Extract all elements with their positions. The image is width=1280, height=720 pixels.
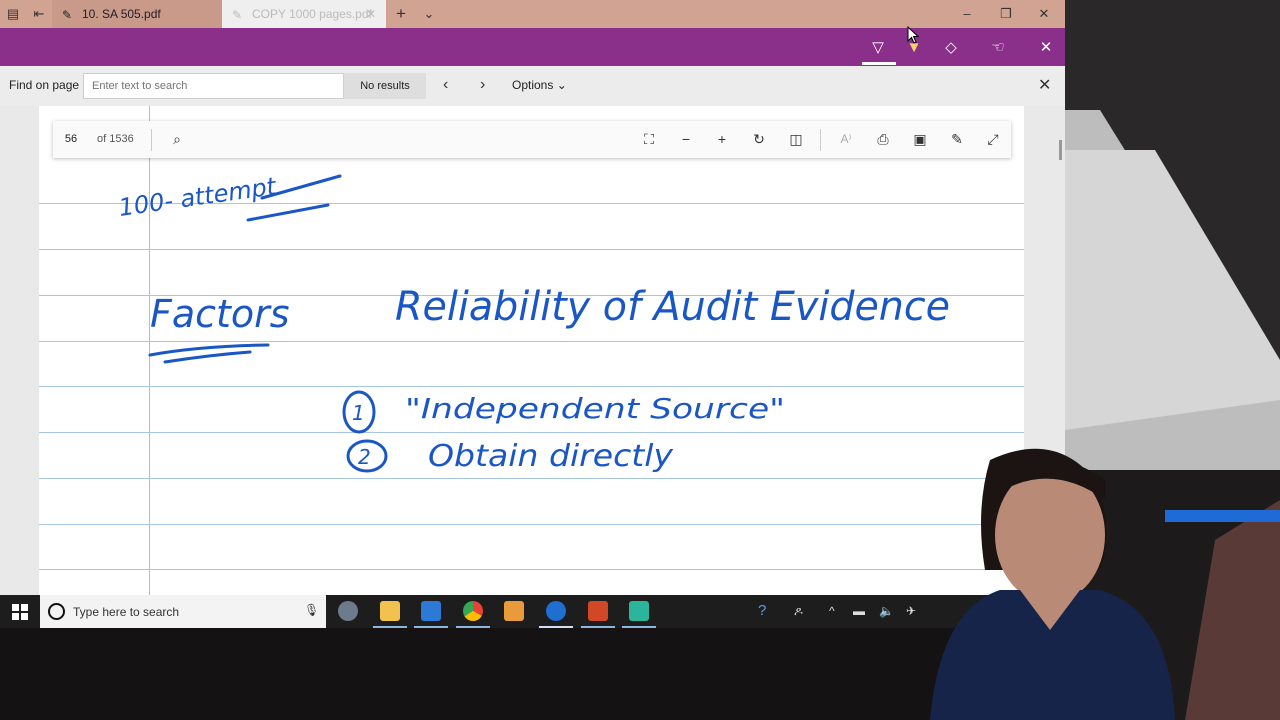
- close-ink-icon[interactable]: ✕: [1035, 37, 1057, 59]
- rotate-icon[interactable]: ↻: [749, 129, 769, 149]
- save-icon[interactable]: ▣: [910, 129, 930, 149]
- screen: ▤ ⇤ ✎ 10. SA 505.pdf ✎ COPY 1000 pages.p…: [0, 0, 1280, 720]
- media-player-icon[interactable]: [504, 601, 524, 621]
- tab-copy-1000[interactable]: ✎ COPY 1000 pages.pdf ✕: [222, 0, 386, 28]
- pdf-pen-icon: ✎: [232, 8, 243, 22]
- page-view-icon[interactable]: ◫: [786, 129, 806, 149]
- options-label: Options: [512, 78, 554, 92]
- app-icon[interactable]: [338, 601, 358, 621]
- chrome-icon[interactable]: [463, 601, 483, 621]
- tab-actions-icon[interactable]: ▤: [4, 5, 22, 23]
- help-icon[interactable]: ?: [758, 602, 766, 619]
- close-window-button[interactable]: ✕: [1035, 5, 1053, 23]
- ballpoint-pen-icon[interactable]: ▽: [867, 37, 889, 59]
- tab-title: 10. SA 505.pdf: [82, 7, 161, 21]
- pdf-app-icon[interactable]: [421, 601, 441, 621]
- paper-margin-line: [149, 106, 150, 595]
- save-as-icon[interactable]: ✎: [947, 129, 967, 149]
- presenter-webcam: [930, 448, 1175, 720]
- touch-writing-icon[interactable]: ☜: [987, 37, 1009, 59]
- tab-list-chevron-icon[interactable]: ⌄: [420, 5, 438, 23]
- zoom-in-icon[interactable]: +: [712, 129, 732, 149]
- pdf-toolbar: 56 of 1536 ⌕ ⛶ − + ↻ ◫ A⁾ ⎙ ▣ ✎ ⤢: [53, 121, 1011, 158]
- file-explorer-icon[interactable]: [380, 601, 400, 621]
- microphone-icon[interactable]: 🎙: [304, 603, 319, 617]
- paper-rule: [39, 386, 1024, 387]
- tab-close-icon[interactable]: ✕: [366, 7, 376, 21]
- paper-rule: [39, 295, 1024, 296]
- active-tool-indicator: [862, 62, 896, 65]
- find-next-icon[interactable]: ›: [480, 76, 485, 94]
- toolbar-divider: [151, 129, 152, 151]
- zoom-out-icon[interactable]: −: [676, 129, 696, 149]
- find-previous-icon[interactable]: ‹: [443, 76, 448, 94]
- read-aloud-icon[interactable]: A⁾: [836, 129, 856, 149]
- find-label: Find on page: [9, 78, 80, 92]
- tab-bar: ▤ ⇤ ✎ 10. SA 505.pdf ✎ COPY 1000 pages.p…: [0, 0, 1065, 28]
- search-icon[interactable]: ⌕: [167, 129, 187, 149]
- minimize-button[interactable]: –: [958, 5, 976, 23]
- page-count: of 1536: [97, 133, 134, 145]
- eraser-icon[interactable]: ◇: [940, 37, 962, 59]
- people-icon[interactable]: ዶ: [794, 604, 803, 619]
- pdf-pen-icon: ✎: [62, 8, 73, 22]
- tab-title: COPY 1000 pages.pdf: [252, 7, 372, 21]
- whiteboard-app-icon[interactable]: [629, 601, 649, 621]
- find-close-icon[interactable]: ✕: [1038, 75, 1051, 95]
- tab-sa505[interactable]: ✎ 10. SA 505.pdf: [52, 0, 222, 28]
- toolbar-divider: [820, 129, 821, 151]
- new-tab-button[interactable]: +: [392, 5, 410, 23]
- tray-chevron-icon[interactable]: ^: [829, 604, 835, 618]
- fit-page-icon[interactable]: ⛶: [639, 129, 659, 149]
- find-results-status: No results: [344, 73, 426, 99]
- find-on-page-bar: Find on page No results ‹ › Options ⌄ ✕: [0, 66, 1065, 106]
- windows-start-icon[interactable]: [12, 604, 28, 620]
- powerpoint-icon[interactable]: [588, 601, 608, 621]
- set-aside-tabs-icon[interactable]: ⇤: [30, 5, 48, 23]
- taskbar-search-text: Type here to search: [73, 605, 180, 619]
- fullscreen-icon[interactable]: ⤢: [983, 129, 1003, 149]
- taskbar-search-box[interactable]: Type here to search 🎙: [40, 595, 326, 628]
- ink-toolbar: ▽ ▼ ◇ ☜ ✕: [0, 26, 1065, 66]
- battery-icon[interactable]: ▬: [853, 604, 865, 618]
- find-search-input[interactable]: [83, 73, 344, 99]
- paper-rule: [39, 249, 1024, 250]
- cortana-icon: [48, 603, 65, 620]
- paper-rule: [39, 203, 1024, 204]
- print-icon[interactable]: ⎙: [873, 129, 893, 149]
- find-options-dropdown[interactable]: Options ⌄: [512, 78, 567, 92]
- page-number-input[interactable]: 56: [53, 121, 89, 158]
- mouse-cursor-icon: [907, 26, 920, 44]
- paper-rule: [39, 341, 1024, 342]
- edge-icon[interactable]: [546, 601, 566, 621]
- paper-rule: [39, 432, 1024, 433]
- scrollbar-thumb[interactable]: [1059, 140, 1062, 160]
- restore-button[interactable]: ❐: [997, 5, 1015, 23]
